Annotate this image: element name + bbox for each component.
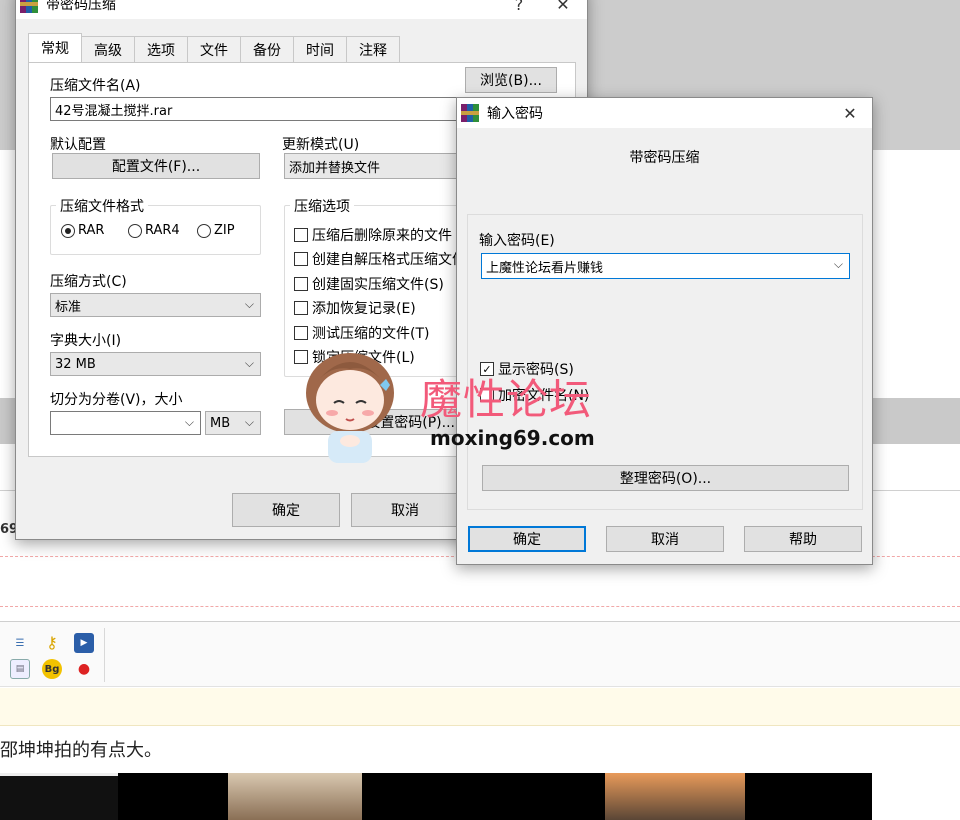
password-panel: 输入密码(E) 上魔性论坛看片赚钱 ⌵ ✓ 显示密码(S) 加密文件名(N) 整…	[467, 214, 863, 510]
password-dialog-heading: 带密码压缩	[629, 150, 700, 166]
password-dialog-title: 输入密码	[487, 106, 543, 122]
archive-name-input[interactable]: 42号混凝土搅拌.rar	[50, 97, 470, 121]
tab-options[interactable]: 选项	[134, 36, 188, 62]
split-label: 切分为分卷(V)，大小	[50, 392, 183, 408]
table-icon[interactable]: ▤	[10, 659, 30, 679]
update-mode-label: 更新模式(U)	[282, 137, 360, 153]
password-help-button[interactable]: 帮助	[744, 526, 862, 552]
ok-button[interactable]: 确定	[232, 493, 340, 527]
option-delete-after[interactable]: 压缩后删除原来的文件	[294, 225, 452, 245]
option-solid[interactable]: 创建固实压缩文件(S)	[294, 274, 444, 294]
photo-thumbnail[interactable]	[605, 773, 745, 820]
dict-size-label: 字典大小(I)	[50, 333, 122, 349]
split-unit-value: MB	[210, 415, 231, 431]
checkbox-empty-icon	[294, 277, 308, 291]
format-zip-radio[interactable]: ZIP	[197, 223, 235, 238]
format-rar-label: RAR	[78, 223, 105, 238]
password-cancel-button[interactable]: 取消	[606, 526, 724, 552]
watermark-text: 魔性论坛	[420, 375, 593, 424]
dict-size-value: 32 MB	[55, 356, 96, 372]
format-zip-label: ZIP	[214, 223, 235, 238]
cancel-button[interactable]: 取消	[351, 493, 459, 527]
post-text: 邵坤坤拍的有点大。	[0, 740, 162, 761]
tab-advanced[interactable]: 高级	[81, 36, 135, 62]
options-group-title: 压缩选项	[290, 196, 354, 216]
radio-empty-icon	[197, 223, 211, 238]
chevron-down-icon: ⌵	[244, 297, 254, 311]
close-icon[interactable]: ✕	[830, 98, 870, 128]
winrar-icon	[461, 104, 479, 122]
format-group-title: 压缩文件格式	[56, 196, 148, 216]
method-label: 压缩方式(C)	[50, 274, 127, 290]
bg-icon[interactable]: Bg	[42, 659, 62, 679]
option-label: 添加恢复记录(E)	[312, 301, 416, 317]
tab-general[interactable]: 常规	[28, 33, 82, 62]
tab-files[interactable]: 文件	[187, 36, 241, 62]
key-icon[interactable]: ⚷	[42, 632, 62, 652]
default-profile-label: 默认配置	[50, 137, 106, 153]
update-mode-value: 添加并替换文件	[289, 160, 381, 176]
dict-size-select[interactable]: 32 MB ⌵	[50, 352, 261, 376]
checkbox-empty-icon	[294, 252, 308, 266]
tab-time[interactable]: 时间	[293, 36, 347, 62]
password-label: 输入密码(E)	[479, 233, 555, 249]
winrar-icon	[20, 0, 38, 13]
mascot-girl-icon	[306, 353, 394, 463]
method-value: 标准	[55, 299, 82, 315]
browse-button[interactable]: 浏览(B)...	[465, 67, 557, 93]
photo-thumbnail[interactable]	[0, 773, 118, 820]
format-rar4-label: RAR4	[145, 223, 180, 238]
format-rar-radio[interactable]: RAR	[61, 223, 104, 238]
option-recovery[interactable]: 添加恢复记录(E)	[294, 298, 416, 318]
editor-toolbar	[0, 621, 960, 687]
video-icon[interactable]: ▶	[74, 633, 94, 653]
option-label: 创建固实压缩文件(S)	[312, 277, 444, 293]
list-indent-icon[interactable]: ☰	[10, 633, 30, 653]
chevron-down-icon: ⌵	[244, 356, 254, 370]
archive-dialog-title: 带密码压缩	[46, 0, 116, 13]
organize-passwords-button[interactable]: 整理密码(O)...	[482, 465, 849, 491]
password-input[interactable]: 上魔性论坛看片赚钱 ⌵	[481, 253, 850, 279]
password-ok-button[interactable]: 确定	[468, 526, 586, 552]
password-dialog-titlebar[interactable]: 输入密码 ✕	[457, 98, 872, 128]
tab-backup[interactable]: 备份	[240, 36, 294, 62]
dashed-separator	[0, 606, 960, 607]
update-mode-select[interactable]: 添加并替换文件	[284, 153, 464, 179]
chevron-down-icon: ⌵	[833, 257, 843, 271]
checkbox-empty-icon	[294, 301, 308, 315]
radio-empty-icon	[128, 223, 142, 238]
help-icon[interactable]: ?	[499, 0, 539, 19]
chevron-down-icon: ⌵	[244, 415, 254, 429]
tab-comment[interactable]: 注释	[346, 36, 400, 62]
option-test[interactable]: 测试压缩的文件(T)	[294, 323, 429, 343]
checkbox-empty-icon	[294, 228, 308, 242]
split-size-input[interactable]: ⌵	[50, 411, 201, 435]
checkbox-empty-icon	[294, 326, 308, 340]
option-label: 创建自解压格式压缩文件	[312, 252, 466, 268]
archive-name-label: 压缩文件名(A)	[50, 78, 141, 94]
option-label: 压缩后删除原来的文件	[312, 228, 452, 244]
qq-icon[interactable]: ●	[74, 659, 94, 679]
method-select[interactable]: 标准 ⌵	[50, 293, 261, 317]
chevron-down-icon: ⌵	[184, 415, 194, 429]
profiles-button[interactable]: 配置文件(F)...	[52, 153, 260, 179]
photo-thumbnail[interactable]	[228, 773, 362, 820]
format-rar4-radio[interactable]: RAR4	[128, 223, 180, 238]
archive-tabs: 常规 高级 选项 文件 备份 时间 注释	[28, 33, 400, 62]
password-value: 上魔性论坛看片赚钱	[486, 260, 604, 276]
option-sfx[interactable]: 创建自解压格式压缩文件	[294, 249, 466, 269]
notice-band	[0, 688, 960, 726]
watermark-url: moxing69.com	[430, 426, 595, 450]
password-dialog: 输入密码 ✕ 带密码压缩 输入密码(E) 上魔性论坛看片赚钱 ⌵ ✓ 显示密码(…	[456, 97, 873, 565]
close-icon[interactable]: ✕	[543, 0, 583, 19]
toolbar-divider	[104, 628, 105, 682]
split-unit-select[interactable]: MB ⌵	[205, 411, 261, 435]
option-label: 测试压缩的文件(T)	[312, 326, 430, 342]
radio-selected-icon	[61, 223, 75, 238]
archive-dialog-titlebar[interactable]: 带密码压缩 ? ✕	[16, 0, 587, 19]
